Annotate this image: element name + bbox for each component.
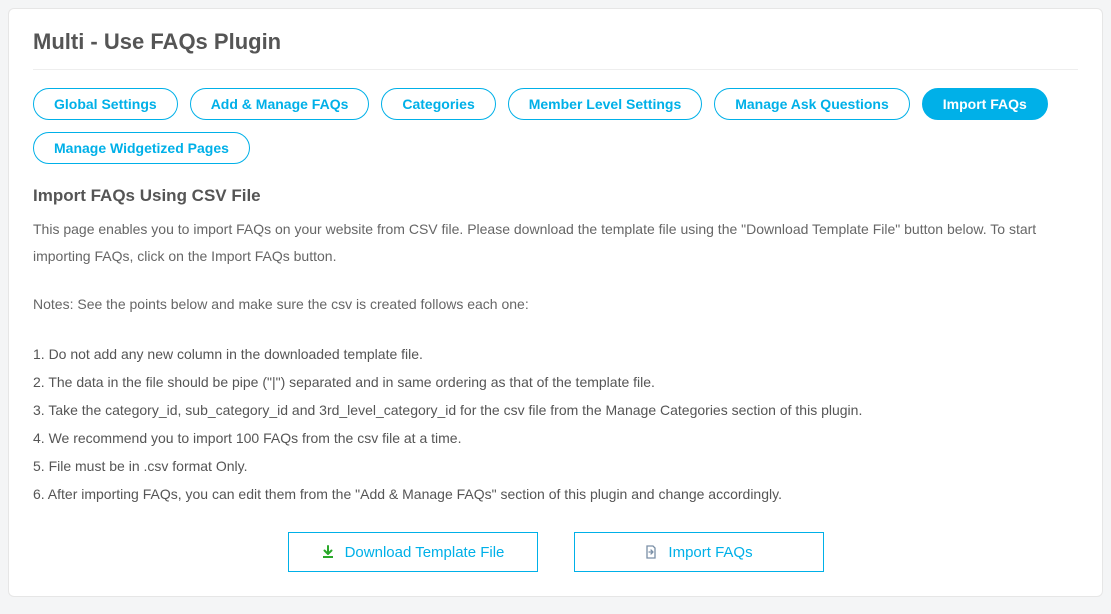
- tab-label: Import FAQs: [943, 96, 1027, 112]
- download-icon: [321, 545, 335, 559]
- download-template-label: Download Template File: [345, 544, 505, 561]
- tab-global-settings[interactable]: Global Settings: [33, 88, 178, 120]
- notes-item: 4. We recommend you to import 100 FAQs f…: [33, 424, 1078, 452]
- panel: Multi - Use FAQs Plugin Global Settings A…: [8, 8, 1103, 597]
- import-faqs-label: Import FAQs: [668, 544, 752, 561]
- tab-label: Add & Manage FAQs: [211, 96, 349, 112]
- tab-label: Categories: [402, 96, 474, 112]
- tab-add-manage-faqs[interactable]: Add & Manage FAQs: [190, 88, 370, 120]
- tab-label: Global Settings: [54, 96, 157, 112]
- page-title: Multi - Use FAQs Plugin: [33, 29, 1078, 55]
- notes-intro: Notes: See the points below and make sur…: [33, 291, 1078, 318]
- divider: [33, 69, 1078, 70]
- tabs: Global Settings Add & Manage FAQs Categori…: [33, 88, 1078, 164]
- tab-label: Member Level Settings: [529, 96, 682, 112]
- download-template-button[interactable]: Download Template File: [288, 532, 538, 572]
- notes-item: 2. The data in the file should be pipe (…: [33, 368, 1078, 396]
- tab-member-level-settings[interactable]: Member Level Settings: [508, 88, 703, 120]
- tab-import-faqs[interactable]: Import FAQs: [922, 88, 1048, 120]
- import-faqs-button[interactable]: Import FAQs: [574, 532, 824, 572]
- tab-label: Manage Ask Questions: [735, 96, 889, 112]
- notes-item: 1. Do not add any new column in the down…: [33, 340, 1078, 368]
- section-title: Import FAQs Using CSV File: [33, 186, 1078, 206]
- tab-label: Manage Widgetized Pages: [54, 140, 229, 156]
- notes-item: 3. Take the category_id, sub_category_id…: [33, 396, 1078, 424]
- tab-manage-ask-questions[interactable]: Manage Ask Questions: [714, 88, 910, 120]
- action-buttons: Download Template File Import FAQs: [33, 532, 1078, 572]
- section-description: This page enables you to import FAQs on …: [33, 216, 1078, 269]
- notes-item: 6. After importing FAQs, you can edit th…: [33, 480, 1078, 508]
- tab-categories[interactable]: Categories: [381, 88, 495, 120]
- tab-manage-widgetized-pages[interactable]: Manage Widgetized Pages: [33, 132, 250, 164]
- file-import-icon: [644, 545, 658, 559]
- notes-list: 1. Do not add any new column in the down…: [33, 340, 1078, 508]
- notes-item: 5. File must be in .csv format Only.: [33, 452, 1078, 480]
